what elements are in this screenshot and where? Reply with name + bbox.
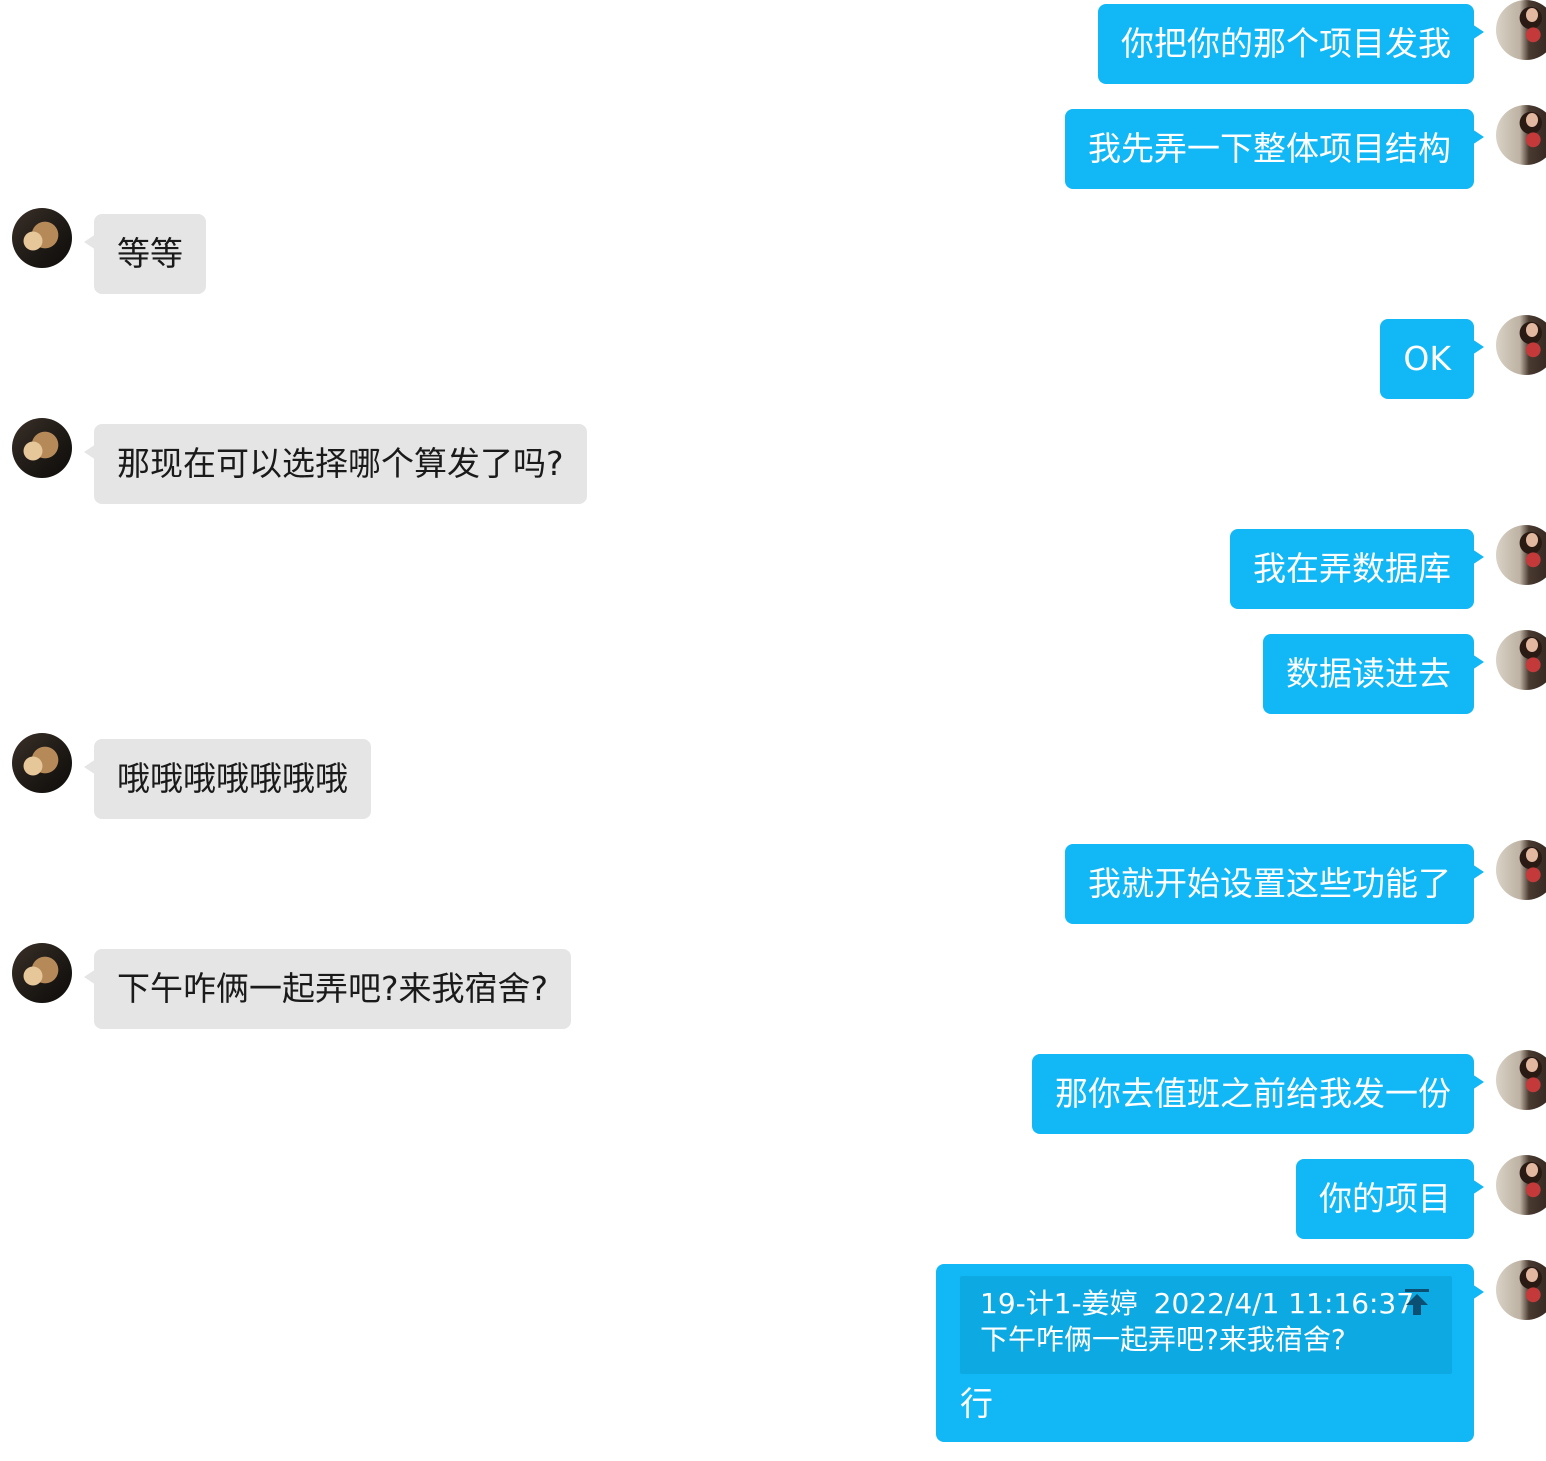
my-avatar[interactable]	[1496, 525, 1546, 585]
my-avatar[interactable]	[1496, 1155, 1546, 1215]
message-bubble[interactable]: 哦哦哦哦哦哦哦	[84, 739, 371, 819]
message-bubble[interactable]: 数据读进去	[1263, 634, 1484, 714]
message-bubble[interactable]: 我在弄数据库	[1230, 529, 1484, 609]
message-bubble[interactable]: 等等	[84, 214, 206, 294]
my-avatar[interactable]	[1496, 840, 1546, 900]
message-bubble[interactable]: 你把你的那个项目发我	[1098, 4, 1484, 84]
contact-avatar[interactable]	[12, 418, 72, 478]
quoted-message[interactable]: 19-计1-姜婷 2022/4/1 11:16:37 下午咋俩一起弄吧?来我宿舍?	[960, 1276, 1452, 1374]
contact-avatar[interactable]	[12, 943, 72, 1003]
contact-avatar[interactable]	[12, 733, 72, 793]
message-bubble[interactable]: OK	[1380, 319, 1484, 399]
my-avatar[interactable]	[1496, 0, 1546, 60]
quoted-sender-name: 19-计1-姜婷	[980, 1287, 1138, 1320]
my-avatar[interactable]	[1496, 315, 1546, 375]
my-avatar[interactable]	[1496, 1050, 1546, 1110]
quoted-timestamp: 2022/4/1 11:16:37	[1153, 1287, 1415, 1320]
message-bubble[interactable]: 我就开始设置这些功能了	[1065, 844, 1484, 924]
message-bubble[interactable]: 你的项目	[1296, 1159, 1484, 1239]
reply-text: 行	[960, 1384, 993, 1423]
my-avatar[interactable]	[1496, 630, 1546, 690]
contact-avatar[interactable]	[12, 208, 72, 268]
my-avatar[interactable]	[1496, 105, 1546, 165]
message-bubble[interactable]: 那现在可以选择哪个算发了吗?	[84, 424, 587, 504]
quoted-message-header: 19-计1-姜婷 2022/4/1 11:16:37	[980, 1286, 1432, 1322]
reply-message-bubble[interactable]: 19-计1-姜婷 2022/4/1 11:16:37 下午咋俩一起弄吧?来我宿舍?…	[936, 1264, 1484, 1442]
message-bubble[interactable]: 我先弄一下整体项目结构	[1065, 109, 1484, 189]
my-avatar[interactable]	[1496, 1260, 1546, 1320]
chat-message-list[interactable]: 你把你的那个项目发我 我先弄一下整体项目结构 等等 OK 那现在可以选择哪个算发…	[0, 0, 1546, 1461]
jump-to-original-icon[interactable]	[1404, 1288, 1430, 1316]
message-bubble[interactable]: 那你去值班之前给我发一份	[1032, 1054, 1484, 1134]
message-bubble[interactable]: 下午咋俩一起弄吧?来我宿舍?	[83, 949, 572, 1029]
quoted-message-text: 下午咋俩一起弄吧?来我宿舍?	[980, 1323, 1346, 1356]
